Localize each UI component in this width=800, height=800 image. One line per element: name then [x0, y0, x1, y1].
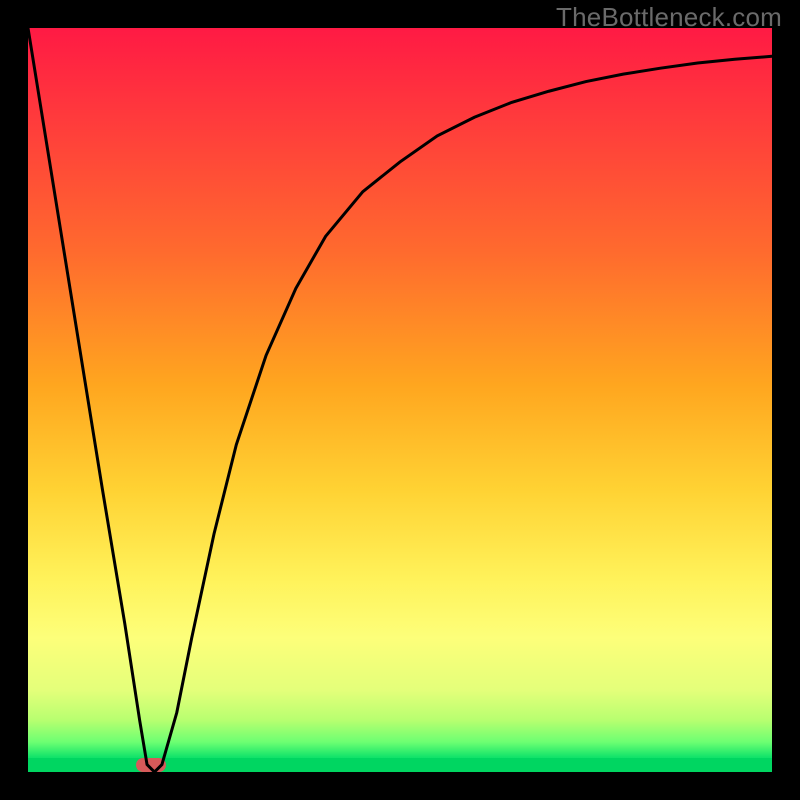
chart-frame: TheBottleneck.com	[0, 0, 800, 800]
watermark-text: TheBottleneck.com	[556, 2, 782, 33]
bottleneck-curve	[28, 28, 772, 772]
plot-area	[28, 28, 772, 772]
